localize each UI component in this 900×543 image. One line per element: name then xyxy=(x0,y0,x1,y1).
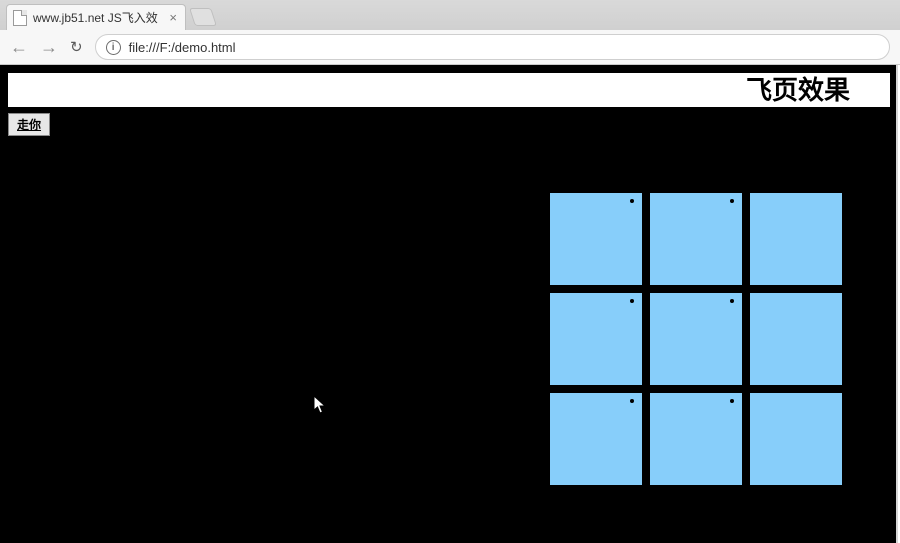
dot-icon xyxy=(630,299,634,303)
tile[interactable] xyxy=(650,293,742,385)
tile[interactable] xyxy=(550,293,642,385)
address-bar[interactable]: i file:///F:/demo.html xyxy=(95,34,890,60)
reload-button[interactable]: ↻ xyxy=(70,38,83,56)
mouse-cursor-icon xyxy=(313,395,327,415)
tile[interactable] xyxy=(650,393,742,485)
dot-icon xyxy=(730,199,734,203)
site-info-icon[interactable]: i xyxy=(106,40,121,55)
forward-button[interactable]: → xyxy=(40,38,58,56)
browser-toolbar: ← → ↻ i file:///F:/demo.html xyxy=(0,30,900,64)
url-text: file:///F:/demo.html xyxy=(129,40,236,55)
dot-icon xyxy=(730,299,734,303)
page-icon xyxy=(13,10,27,26)
dot-icon xyxy=(630,199,634,203)
browser-chrome: www.jb51.net JS飞入效 × ← → ↻ i file:///F:/… xyxy=(0,0,900,65)
page-viewport: 飞页效果 走你 xyxy=(0,65,898,543)
dot-icon xyxy=(630,399,634,403)
new-tab-button[interactable] xyxy=(189,8,217,26)
close-icon[interactable]: × xyxy=(169,11,177,24)
tile-grid xyxy=(550,193,842,485)
tile[interactable] xyxy=(650,193,742,285)
tab-title: www.jb51.net JS飞入效 xyxy=(33,9,158,26)
tile[interactable] xyxy=(550,193,642,285)
back-button[interactable]: ← xyxy=(10,38,28,56)
tile[interactable] xyxy=(550,393,642,485)
browser-tab[interactable]: www.jb51.net JS飞入效 × xyxy=(6,4,186,30)
go-button[interactable]: 走你 xyxy=(8,113,50,136)
tab-strip: www.jb51.net JS飞入效 × xyxy=(0,0,900,30)
tile[interactable] xyxy=(750,293,842,385)
scrollbar[interactable] xyxy=(896,65,898,543)
dot-icon xyxy=(730,399,734,403)
tile[interactable] xyxy=(750,193,842,285)
tile[interactable] xyxy=(750,393,842,485)
page-title: 飞页效果 xyxy=(8,73,890,107)
